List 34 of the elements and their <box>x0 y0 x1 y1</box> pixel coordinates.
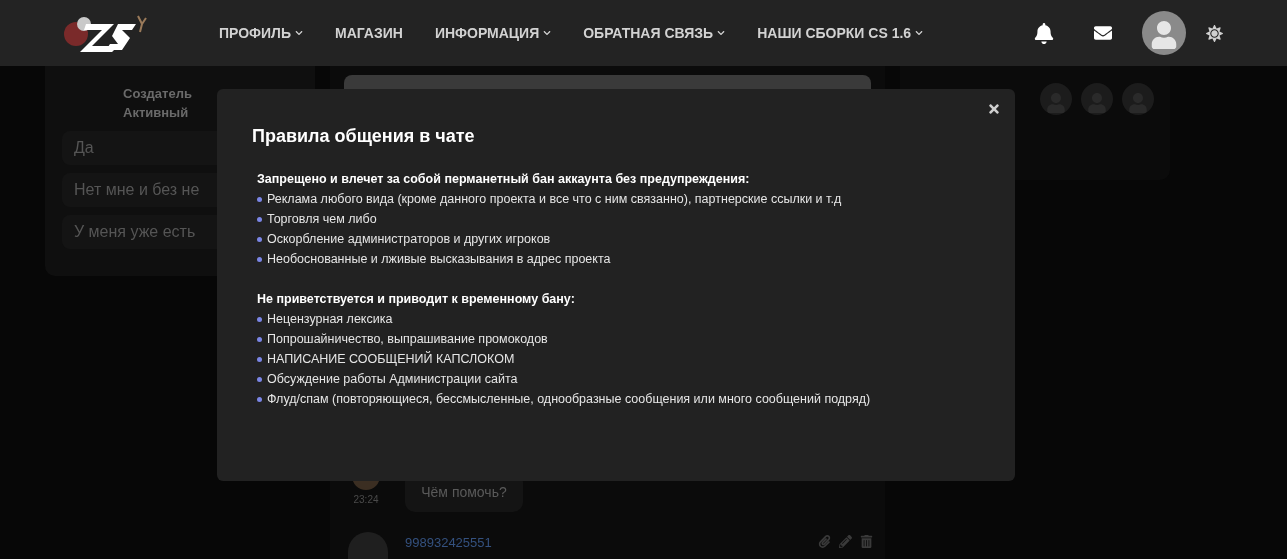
bullet-icon <box>257 196 262 202</box>
bullet-icon <box>257 316 262 322</box>
user-silhouette-icon <box>1129 93 1147 113</box>
rule-text: Нецензурная лексика <box>267 311 393 328</box>
bullet-icon <box>257 336 262 342</box>
nav-link[interactable]: ПРОФИЛЬ <box>219 22 303 44</box>
bullet-icon <box>257 376 262 382</box>
nav-link[interactable]: ОБРАТНАЯ СВЯЗЬ <box>583 22 726 44</box>
nav-link[interactable]: МАГАЗИН <box>335 22 403 44</box>
theme-toggle-icon[interactable] <box>1206 24 1223 42</box>
close-button[interactable] <box>987 102 1001 116</box>
bullet-icon <box>257 236 262 242</box>
rule-text: Обсуждение работы Администрации сайта <box>267 371 518 388</box>
bullet-icon <box>257 396 262 402</box>
user-avatar[interactable] <box>1142 11 1186 55</box>
rule-text: Необоснованные и лживые высказывания в адрес проекта <box>267 251 611 268</box>
poll-text: Создатель <box>123 85 192 103</box>
bell-icon[interactable] <box>1034 22 1054 44</box>
user-silhouette-icon <box>1088 93 1106 113</box>
poll-text: Активный <box>123 104 189 122</box>
bullet-icon <box>257 216 262 222</box>
rule-text: НАПИСАНИЕ СООБЩЕНИЙ КАПСЛОКОМ <box>267 350 515 368</box>
bullet-icon <box>257 356 262 362</box>
rules-heading: Не приветствуется и приводит к временному бану: <box>257 291 576 308</box>
nav-link[interactable]: НАШИ СБОРКИ CS 1.6 <box>757 22 924 44</box>
bullet-icon <box>257 256 262 262</box>
nav-link[interactable]: ИНФОРМАЦИЯ <box>434 22 552 44</box>
close-icon <box>987 102 1001 116</box>
user-silhouette-icon <box>1047 93 1065 113</box>
rule-text: Флуд/спам (повторяющиеся, бессмысленные, однообразные сообщения или много сообщений подряд) <box>267 391 871 408</box>
message-time: 23:24 <box>353 493 379 507</box>
user-silhouette-icon <box>1151 21 1177 49</box>
rule-text: Попрошайничество, выпрашивание промокодов <box>267 331 548 348</box>
mail-icon[interactable] <box>1092 24 1114 42</box>
